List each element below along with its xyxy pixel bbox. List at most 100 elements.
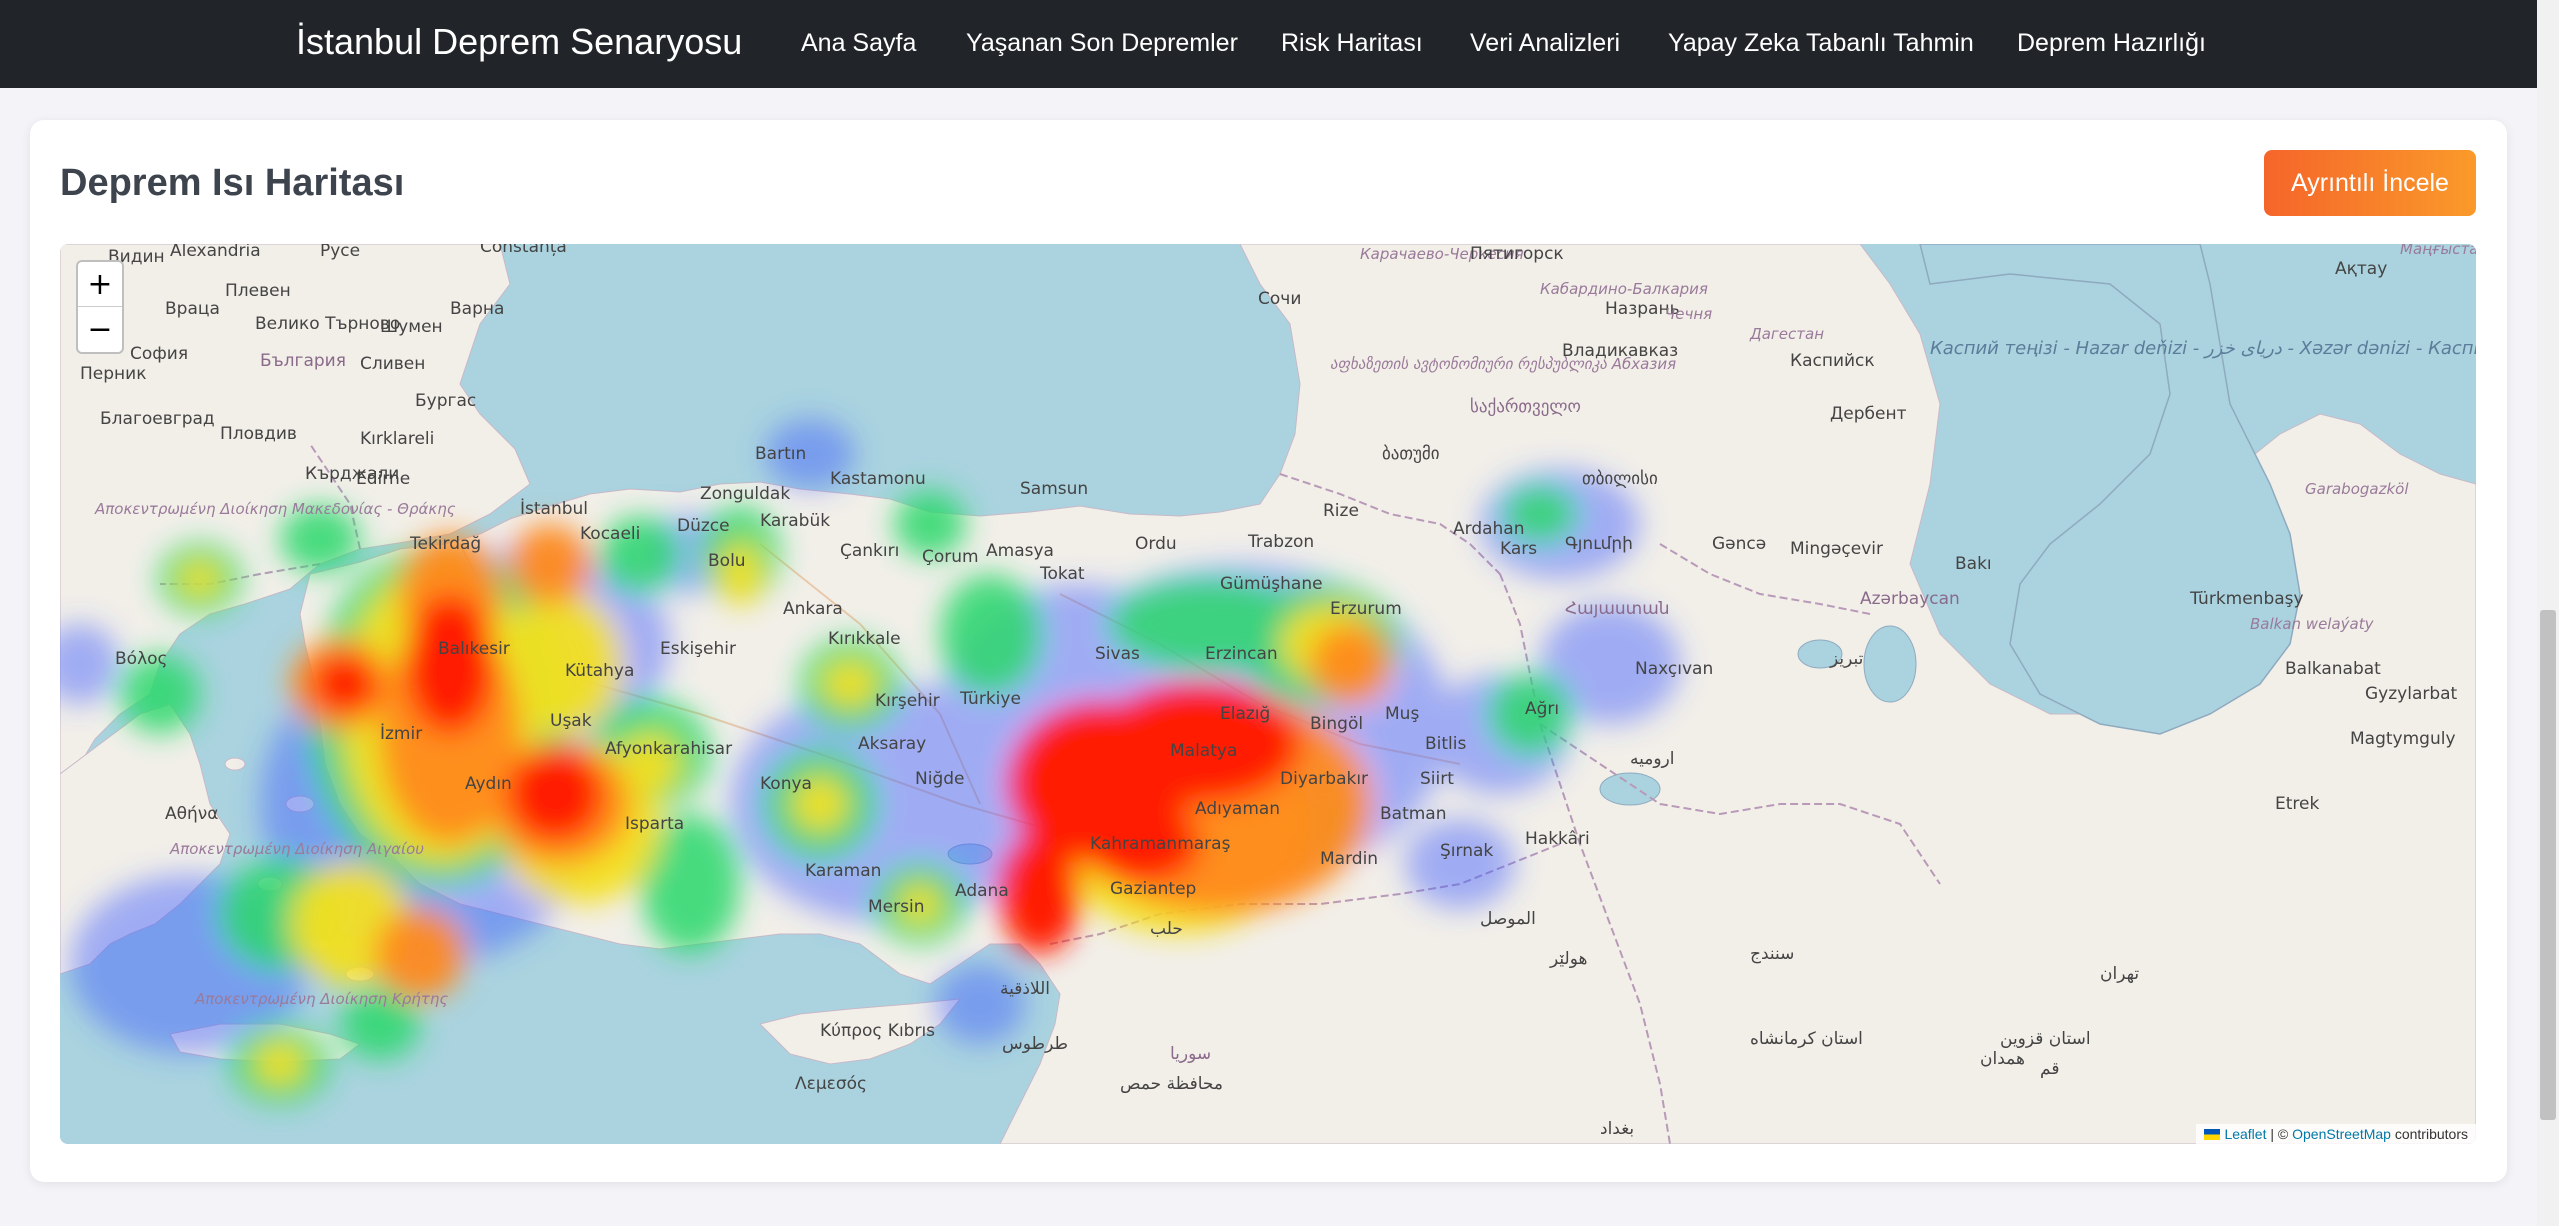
- svg-text:Siirt: Siirt: [1420, 769, 1454, 789]
- svg-text:تبریز: تبریز: [1829, 649, 1864, 669]
- svg-text:Zonguldak: Zonguldak: [700, 484, 790, 504]
- svg-text:Amasya: Amasya: [986, 541, 1054, 561]
- svg-text:Kırıkkale: Kırıkkale: [828, 629, 901, 649]
- svg-text:Samsun: Samsun: [1020, 479, 1088, 499]
- svg-text:Elazığ: Elazığ: [1220, 704, 1270, 724]
- ukraine-flag-icon: [2204, 1129, 2221, 1140]
- svg-text:Дербент: Дербент: [1830, 404, 1907, 424]
- svg-text:Пятигорск: Пятигорск: [1470, 244, 1564, 264]
- svg-text:Αποκεντρωμένη Διοίκηση Μακεδον: Αποκεντρωμένη Διοίκηση Μακεδονίας - Θράκ…: [94, 500, 456, 518]
- svg-text:Маңғыстау облысы: Маңғыстау облысы: [2400, 244, 2476, 258]
- svg-text:Шумен: Шумен: [380, 317, 443, 337]
- svg-text:Uşak: Uşak: [550, 711, 592, 731]
- scrollbar-thumb[interactable]: [2540, 610, 2556, 1120]
- brand-title[interactable]: İstanbul Deprem Senaryosu: [296, 20, 742, 64]
- svg-text:Велико Търново: Велико Търново: [255, 314, 400, 334]
- svg-text:Balkan welaýaty: Balkan welaýaty: [2250, 615, 2375, 633]
- svg-text:Konya: Konya: [760, 774, 812, 794]
- svg-text:Karabük: Karabük: [760, 511, 830, 531]
- svg-text:Aksaray: Aksaray: [858, 734, 926, 754]
- svg-text:Sivas: Sivas: [1095, 644, 1140, 664]
- svg-text:Constanța: Constanța: [480, 244, 567, 257]
- top-navbar: İstanbul Deprem Senaryosu Ana Sayfa Yaşa…: [0, 0, 2537, 88]
- card-title: Deprem Isı Haritası: [60, 162, 405, 204]
- nav-link-son-depremler[interactable]: Yaşanan Son Depremler: [966, 28, 1238, 58]
- svg-text:İzmir: İzmir: [380, 723, 422, 744]
- nav-link-deprem-hazirligi[interactable]: Deprem Hazırlığı: [2017, 28, 2206, 58]
- svg-text:Перник: Перник: [80, 364, 146, 384]
- svg-text:Ақтау: Ақтау: [2335, 259, 2387, 279]
- svg-text:Edirne: Edirne: [356, 469, 410, 489]
- svg-text:Дагестан: Дагестан: [1749, 325, 1824, 343]
- zoom-out-button[interactable]: −: [78, 307, 122, 352]
- svg-text:Naxçıvan: Naxçıvan: [1635, 659, 1713, 679]
- map-attribution: Leaflet | © OpenStreetMap contributors: [2196, 1124, 2476, 1144]
- svg-text:بغداد: بغداد: [1600, 1119, 1634, 1139]
- svg-text:سنندج: سنندج: [1750, 944, 1794, 964]
- nav-link-risk-haritasi[interactable]: Risk Haritası: [1281, 28, 1423, 58]
- svg-text:Balkanabat: Balkanabat: [2285, 659, 2381, 679]
- svg-text:Kastamonu: Kastamonu: [830, 469, 926, 489]
- svg-text:Etrek: Etrek: [2275, 794, 2319, 814]
- svg-text:Hakkâri: Hakkâri: [1525, 829, 1590, 849]
- svg-text:Пловдив: Пловдив: [220, 424, 297, 444]
- svg-text:اللاذقية: اللاذقية: [1000, 979, 1050, 999]
- svg-text:Враца: Враца: [165, 299, 220, 319]
- svg-text:Erzincan: Erzincan: [1205, 644, 1278, 664]
- nav-link-veri-analizleri[interactable]: Veri Analizleri: [1470, 28, 1620, 58]
- svg-text:استان کرمانشاه: استان کرمانشاه: [1750, 1029, 1863, 1049]
- svg-text:Şırnak: Şırnak: [1440, 841, 1493, 861]
- nav-link-ana-sayfa[interactable]: Ana Sayfa: [801, 28, 916, 58]
- svg-text:Плевен: Плевен: [225, 281, 291, 301]
- svg-text:محافظة حمص: محافظة حمص: [1120, 1074, 1223, 1094]
- svg-text:Tekirdağ: Tekirdağ: [409, 534, 481, 554]
- svg-text:Λεμεσός: Λεμεσός: [795, 1074, 867, 1094]
- svg-text:قم: قم: [2040, 1059, 2059, 1079]
- svg-text:Κύπρος Kıbrıs: Κύπρος Kıbrıs: [820, 1021, 935, 1041]
- zoom-in-button[interactable]: +: [78, 262, 122, 307]
- zoom-control: + −: [76, 260, 124, 354]
- nav-link-yapay-zeka-tahmin[interactable]: Yapay Zeka Tabanlı Tahmin: [1668, 28, 1974, 58]
- svg-text:Adana: Adana: [955, 881, 1009, 901]
- svg-text:Balıkesir: Balıkesir: [438, 639, 510, 659]
- leaflet-link[interactable]: Leaflet: [2224, 1126, 2266, 1142]
- svg-text:Afyonkarahisar: Afyonkarahisar: [605, 739, 732, 759]
- svg-text:Mardin: Mardin: [1320, 849, 1378, 869]
- svg-text:Каспий теңізі - Hazar deňizi -: Каспий теңізі - Hazar deňizi - دریای خزر…: [1930, 338, 2476, 359]
- svg-text:Ağrı: Ağrı: [1525, 699, 1559, 719]
- svg-text:Garabogazköl: Garabogazköl: [2305, 480, 2409, 498]
- attribution-suffix: contributors: [2390, 1126, 2468, 1142]
- svg-text:Bitlis: Bitlis: [1425, 734, 1466, 754]
- svg-text:Tokat: Tokat: [1039, 564, 1085, 584]
- svg-text:Kahramanmaraş: Kahramanmaraş: [1090, 834, 1231, 854]
- svg-text:Kırklareli: Kırklareli: [360, 429, 434, 449]
- svg-text:Αποκεντρωμένη Διοίκηση Κρήτης: Αποκεντρωμένη Διοίκηση Κρήτης: [194, 990, 448, 1008]
- svg-text:Благоевград: Благоевград: [100, 409, 215, 429]
- osm-link[interactable]: OpenStreetMap: [2292, 1126, 2391, 1142]
- svg-text:Сливен: Сливен: [360, 354, 425, 374]
- svg-text:Eskişehir: Eskişehir: [660, 639, 736, 659]
- svg-text:Кабардино-Балкария: Кабардино-Балкария: [1540, 280, 1708, 298]
- svg-text:Rize: Rize: [1323, 501, 1359, 521]
- svg-text:Trabzon: Trabzon: [1247, 532, 1314, 552]
- svg-text:Gaziantep: Gaziantep: [1110, 879, 1196, 899]
- svg-text:Каспийск: Каспийск: [1790, 351, 1875, 371]
- svg-text:Çankırı: Çankırı: [840, 541, 899, 561]
- attribution-separator: | ©: [2266, 1126, 2293, 1142]
- svg-text:ارومیه: ارومیه: [1630, 749, 1675, 769]
- svg-text:Malatya: Malatya: [1170, 741, 1237, 761]
- details-button[interactable]: Ayrıntılı İncele: [2264, 150, 2476, 216]
- svg-text:Türkmenbaşy: Türkmenbaşy: [2189, 589, 2304, 609]
- heatmap-card: Deprem Isı Haritası Ayrıntılı İncele Ale…: [30, 120, 2507, 1182]
- svg-text:Alexandria: Alexandria: [170, 244, 261, 261]
- svg-text:Русе: Русе: [320, 244, 360, 261]
- svg-text:İstanbul: İstanbul: [520, 498, 588, 519]
- svg-text:Gyzylarbat: Gyzylarbat: [2365, 684, 2458, 704]
- svg-text:Գյումրի: Գյումրի: [1565, 534, 1633, 554]
- svg-text:България: България: [260, 351, 346, 371]
- svg-text:Düzce: Düzce: [677, 516, 730, 536]
- heatmap-map[interactable]: Alexandria Русе Constanța Видин Враца Пл…: [60, 244, 2476, 1144]
- svg-text:Αθήνα: Αθήνα: [165, 804, 219, 824]
- svg-text:Batman: Batman: [1380, 804, 1447, 824]
- svg-text:Adıyaman: Adıyaman: [1195, 799, 1280, 819]
